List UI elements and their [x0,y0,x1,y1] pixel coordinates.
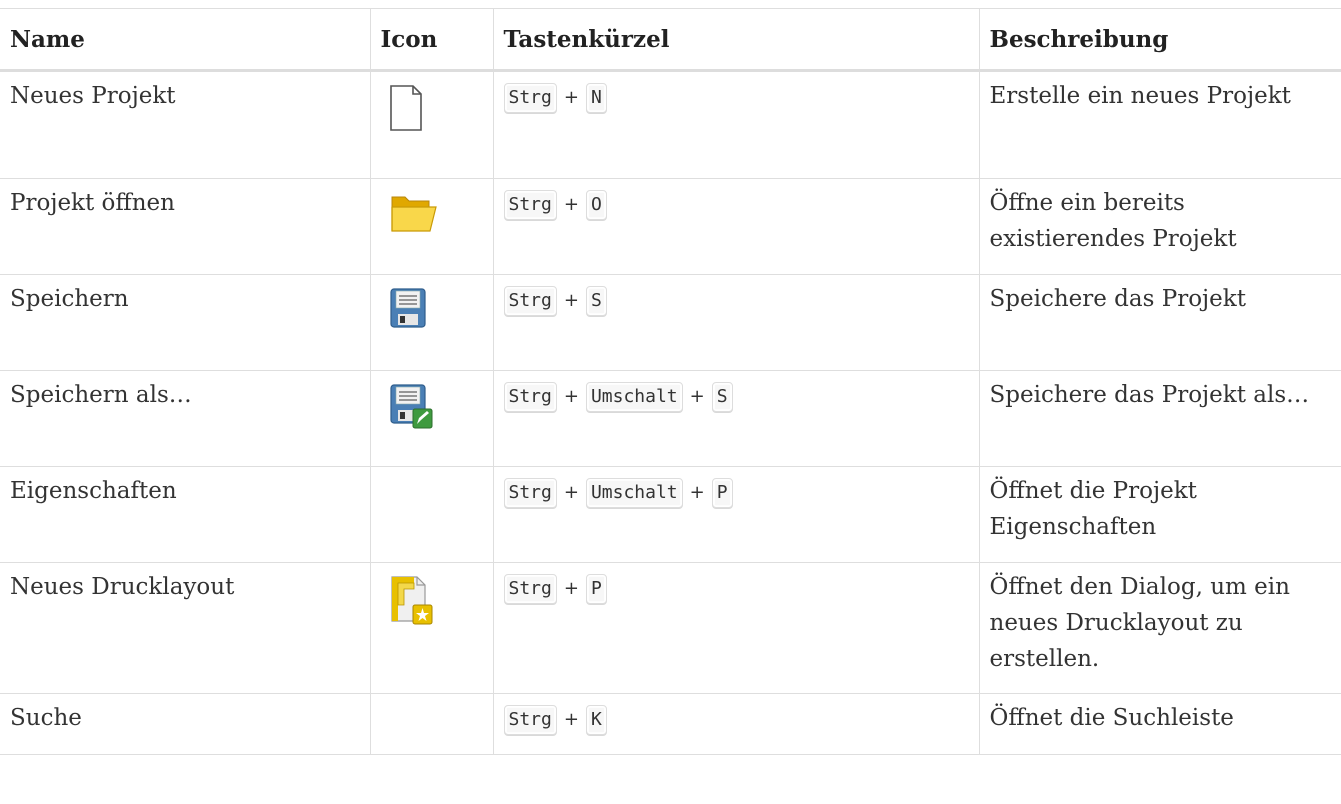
row-description: Öffne ein bereits existierendes Projekt [989,190,1237,252]
row-description: Öffnet die Suchleiste [989,705,1234,731]
key-n: N [585,83,607,113]
table-row: Speichern Strg + S Speichere das Projekt [0,274,1341,371]
key-strg: Strg [503,382,557,412]
key-strg: Strg [503,478,557,508]
row-name: Neues Projekt [10,83,176,109]
empty-icon-cell [370,693,494,755]
save-icon [381,275,483,343]
key-p: P [711,478,733,508]
key-p: P [585,574,607,604]
empty-icon-cell [370,466,494,563]
table-row: Speichern als… Strg + Umschalt + S Speic… [0,370,1341,467]
key-plus: + [563,386,579,407]
header-icon: Icon [370,8,494,72]
table-row: Neues Projekt Strg + N Erstelle ein neue… [0,70,1341,179]
key-strg: Strg [503,190,557,220]
header-name: Name [0,8,371,72]
table-row: Neues Drucklayout Strg + P Öffnet den Di… [0,562,1341,694]
open-folder-icon [381,179,483,247]
shortcuts-table: Name Icon Tastenkürzel Beschreibung Neue… [0,8,1341,755]
new-file-icon [381,72,483,140]
row-name: Suche [10,705,82,731]
table-row: Suche Strg + K Öffnet die Suchleiste [0,693,1341,755]
key-umschalt: Umschalt [585,478,683,508]
key-plus: + [563,709,579,730]
key-plus: + [563,290,579,311]
table-row: Eigenschaften Strg + Umschalt + P Öffnet… [0,466,1341,563]
table-header-row: Name Icon Tastenkürzel Beschreibung [0,8,1341,72]
key-plus: + [689,386,705,407]
header-description: Beschreibung [979,8,1341,72]
key-plus: + [563,482,579,503]
key-plus: + [563,578,579,599]
key-umschalt: Umschalt [585,382,683,412]
row-name: Neues Drucklayout [10,574,235,600]
row-description: Speichere das Projekt als… [989,382,1310,408]
row-name: Eigenschaften [10,478,177,504]
row-name: Projekt öffnen [10,190,175,216]
key-strg: Strg [503,83,557,113]
save-as-icon [381,371,483,439]
key-k: K [585,705,607,735]
key-o: O [585,190,607,220]
row-description: Öffnet den Dialog, um ein neues Drucklay… [989,574,1290,672]
key-plus: + [689,482,705,503]
row-name: Speichern [10,286,129,312]
header-keys: Tastenkürzel [493,8,980,72]
key-strg: Strg [503,705,557,735]
row-name: Speichern als… [10,382,192,408]
new-print-layout-icon [381,563,483,631]
key-s: S [711,382,733,412]
key-strg: Strg [503,574,557,604]
table-row: Projekt öffnen Strg + O Öffne ein bereit… [0,178,1341,275]
row-description: Erstelle ein neues Projekt [989,83,1291,109]
key-plus: + [563,87,579,108]
key-strg: Strg [503,286,557,316]
key-plus: + [563,194,579,215]
key-s: S [585,286,607,316]
row-description: Öffnet die Projekt Eigenschaften [989,478,1197,540]
row-description: Speichere das Projekt [989,286,1246,312]
